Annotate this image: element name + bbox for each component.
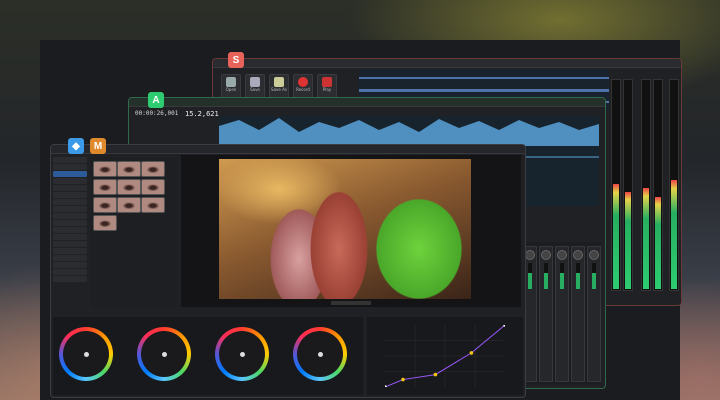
movie-logo-icon: M — [90, 138, 106, 154]
desktop-stage: Open Save Save As Record Play S 00:00:26… — [40, 40, 682, 400]
media-thumbnail[interactable] — [93, 161, 117, 177]
record-button[interactable]: Record — [293, 74, 313, 98]
open-button[interactable]: Open — [221, 74, 241, 98]
sound-forge-logo-icon: S — [228, 52, 244, 68]
color-wheel-gain[interactable] — [215, 327, 269, 381]
acid-timecode: 00:00:26,001 — [135, 110, 179, 117]
acid-logo-icon: A — [148, 92, 164, 108]
level-meter-5 — [669, 79, 679, 291]
media-thumbnail[interactable] — [117, 161, 141, 177]
color-wheel-gamma[interactable] — [137, 327, 191, 381]
level-meter-2 — [623, 79, 633, 291]
mixer-channel-2[interactable] — [539, 246, 553, 382]
editor-window[interactable] — [50, 144, 526, 398]
curve-control-point[interactable] — [401, 377, 405, 382]
color-wheel-lift[interactable] — [59, 327, 113, 381]
mixer-channel-5[interactable] — [587, 246, 601, 382]
curve-control-point[interactable] — [469, 351, 474, 355]
media-thumbnail[interactable] — [93, 197, 117, 213]
acid-mixer[interactable] — [521, 242, 601, 384]
save-button[interactable]: Save — [245, 74, 265, 98]
media-bin[interactable] — [91, 157, 177, 307]
cube-icon: ◆ — [68, 138, 84, 154]
mixer-channel-3[interactable] — [555, 246, 569, 382]
media-thumbnail[interactable] — [117, 197, 141, 213]
save-as-button[interactable]: Save As — [269, 74, 289, 98]
level-meter-1 — [611, 79, 621, 291]
media-thumbnail[interactable] — [141, 179, 165, 195]
video-preview-image — [219, 159, 471, 299]
media-thumbnail[interactable] — [117, 179, 141, 195]
media-thumbnail[interactable] — [93, 215, 117, 231]
video-preview-panel[interactable] — [181, 155, 521, 307]
level-meter-4 — [653, 79, 663, 291]
media-thumbnail[interactable] — [141, 161, 165, 177]
curve-graph[interactable] — [385, 325, 505, 387]
level-meter-3 — [641, 79, 651, 291]
media-thumbnail[interactable] — [93, 179, 117, 195]
sound-forge-ribbon: Open Save Save As Record Play — [217, 73, 341, 99]
curves-panel[interactable] — [367, 317, 523, 395]
explorer-tree[interactable] — [53, 157, 87, 307]
media-thumbnail[interactable] — [141, 197, 165, 213]
acid-tempo: 15.2,621 — [185, 110, 219, 118]
playback-controls[interactable] — [331, 301, 371, 305]
curve-control-point[interactable] — [433, 372, 438, 377]
color-grading-panel[interactable] — [53, 317, 363, 395]
mixer-channel-4[interactable] — [571, 246, 585, 382]
curve-control-point[interactable] — [385, 385, 387, 387]
play-button[interactable]: Play — [317, 74, 337, 98]
color-wheel-offset[interactable] — [293, 327, 347, 381]
